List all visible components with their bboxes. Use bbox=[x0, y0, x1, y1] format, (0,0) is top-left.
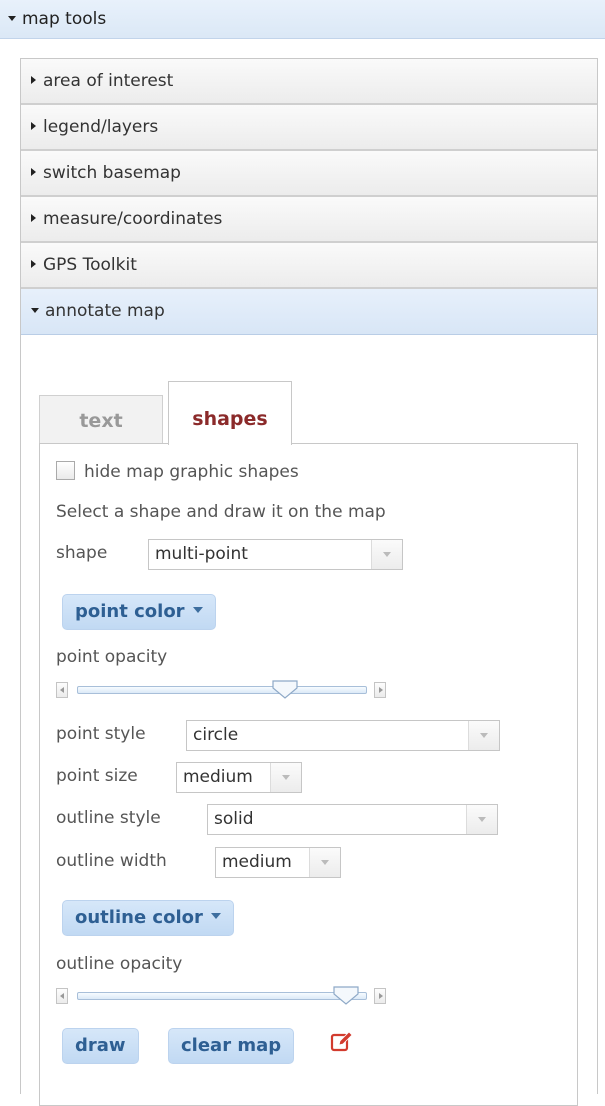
accordion-item-measure-coordinates[interactable]: measure/coordinates bbox=[21, 197, 597, 243]
point-style-select[interactable]: circle bbox=[186, 720, 500, 751]
tab-text[interactable]: text bbox=[39, 395, 163, 444]
slider-track[interactable] bbox=[77, 992, 367, 1000]
chevron-down-icon bbox=[309, 848, 340, 877]
chevron-right-icon bbox=[31, 260, 36, 268]
point-size-select[interactable]: medium bbox=[176, 762, 302, 793]
outline-width-value: medium bbox=[222, 852, 292, 872]
shapes-tab-content: hide map graphic shapes Select a shape a… bbox=[39, 443, 578, 1106]
annotate-map-panel: text shapes hide map graphic shapes Sele… bbox=[21, 335, 597, 1106]
chevron-down-icon bbox=[371, 540, 402, 569]
point-style-label: point style bbox=[56, 724, 146, 744]
chevron-right-icon bbox=[31, 168, 36, 176]
point-size-label: point size bbox=[56, 766, 138, 786]
slider-track[interactable] bbox=[77, 686, 367, 694]
slider-right-arrow-icon[interactable] bbox=[374, 682, 386, 698]
outline-style-label: outline style bbox=[56, 808, 161, 828]
outline-width-label: outline width bbox=[56, 851, 167, 871]
chevron-right-icon bbox=[31, 76, 36, 84]
hide-shapes-label: hide map graphic shapes bbox=[84, 462, 299, 482]
point-color-button[interactable]: point color bbox=[62, 594, 216, 630]
draw-button[interactable]: draw bbox=[62, 1028, 139, 1064]
accordion-item-label: switch basemap bbox=[43, 163, 181, 183]
hide-shapes-row: hide map graphic shapes bbox=[56, 460, 299, 482]
slider-right-arrow-icon[interactable] bbox=[374, 988, 386, 1004]
accordion-item-annotate-map[interactable]: annotate map bbox=[21, 289, 597, 335]
outline-style-value: solid bbox=[214, 809, 254, 829]
accordion-item-gps-toolkit[interactable]: GPS Toolkit bbox=[21, 243, 597, 289]
accordion-item-switch-basemap[interactable]: switch basemap bbox=[21, 151, 597, 197]
chevron-down-icon bbox=[8, 15, 16, 21]
point-opacity-label: point opacity bbox=[56, 647, 168, 667]
point-opacity-slider[interactable] bbox=[56, 680, 390, 700]
accordion-item-label: GPS Toolkit bbox=[43, 255, 137, 275]
accordion-item-label: area of interest bbox=[43, 71, 174, 91]
slider-left-arrow-icon[interactable] bbox=[56, 682, 68, 698]
tab-shapes[interactable]: shapes bbox=[168, 381, 292, 445]
accordion-item-label: annotate map bbox=[45, 301, 165, 321]
shape-select[interactable]: multi-point bbox=[148, 539, 403, 570]
outline-color-button[interactable]: outline color bbox=[62, 900, 234, 936]
chevron-down-icon bbox=[466, 805, 497, 834]
map-tools-accordion: area of interest legend/layers switch ba… bbox=[20, 58, 598, 1106]
outline-opacity-thumb[interactable] bbox=[333, 986, 359, 1006]
accordion-item-legend-layers[interactable]: legend/layers bbox=[21, 105, 597, 151]
outline-color-label: outline color bbox=[75, 907, 203, 928]
shape-label: shape bbox=[56, 543, 108, 563]
outline-opacity-slider[interactable] bbox=[56, 986, 390, 1006]
clear-map-button[interactable]: clear map bbox=[168, 1028, 295, 1064]
chevron-down-icon bbox=[270, 763, 301, 792]
point-size-value: medium bbox=[183, 767, 253, 787]
map-tools-header[interactable]: map tools bbox=[0, 0, 605, 39]
accordion-item-label: legend/layers bbox=[43, 117, 159, 137]
slider-left-arrow-icon[interactable] bbox=[56, 988, 68, 1004]
point-style-value: circle bbox=[193, 725, 239, 745]
hide-shapes-checkbox[interactable] bbox=[56, 460, 75, 480]
chevron-right-icon bbox=[31, 122, 36, 130]
shape-select-value: multi-point bbox=[155, 544, 248, 564]
accordion-item-area-of-interest[interactable]: area of interest bbox=[21, 59, 597, 105]
outline-opacity-label: outline opacity bbox=[56, 954, 183, 974]
outline-style-select[interactable]: solid bbox=[207, 804, 498, 835]
caret-down-icon bbox=[192, 607, 203, 613]
chevron-down-icon bbox=[468, 721, 499, 750]
map-tools-title: map tools bbox=[22, 9, 107, 29]
point-opacity-thumb[interactable] bbox=[272, 680, 298, 700]
accordion-item-label: measure/coordinates bbox=[43, 209, 223, 229]
edit-icon[interactable] bbox=[330, 1030, 354, 1054]
chevron-right-icon bbox=[31, 214, 36, 222]
outline-width-select[interactable]: medium bbox=[215, 847, 341, 878]
point-color-label: point color bbox=[75, 601, 185, 622]
caret-down-icon bbox=[210, 913, 221, 919]
draw-instruction: Select a shape and draw it on the map bbox=[56, 502, 386, 522]
chevron-down-icon bbox=[31, 307, 39, 313]
